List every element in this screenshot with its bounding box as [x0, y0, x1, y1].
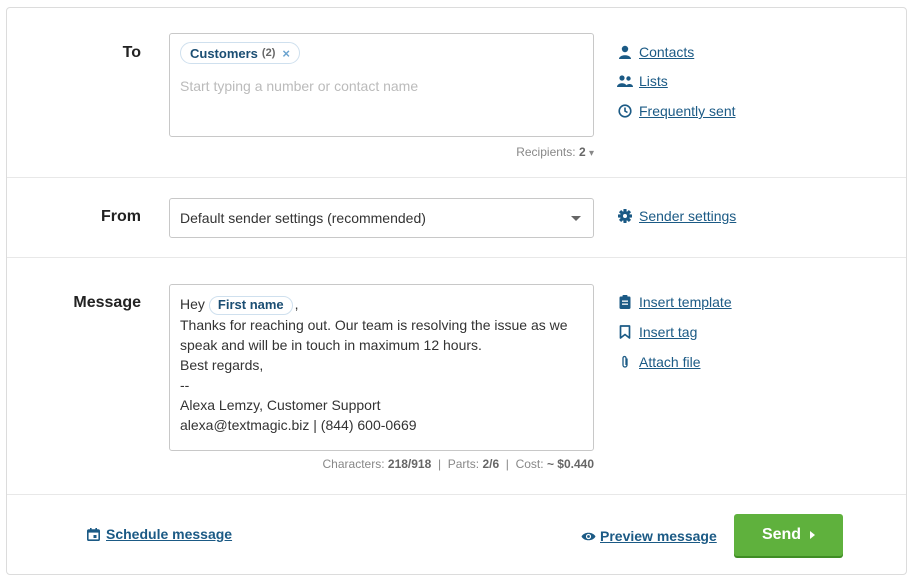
- cost-label: Cost:: [515, 457, 544, 471]
- frequently-sent-link[interactable]: Frequently sent: [617, 103, 736, 119]
- lists-link-label[interactable]: Lists: [639, 73, 668, 89]
- stats-separator: |: [505, 457, 509, 471]
- compose-card: To Customers (2) × Start typing a number…: [6, 7, 907, 575]
- divider: [7, 257, 906, 258]
- sender-select[interactable]: Default sender settings (recommended): [169, 198, 594, 238]
- message-line: --: [180, 376, 190, 393]
- gear-icon: [617, 208, 633, 224]
- sender-select-value: Default sender settings (recommended): [180, 210, 426, 226]
- people-icon: [617, 73, 633, 89]
- sender-settings-link-label[interactable]: Sender settings: [639, 208, 736, 224]
- parts-label: Parts:: [447, 457, 480, 471]
- sender-settings-link[interactable]: Sender settings: [617, 208, 736, 224]
- chip-remove-icon[interactable]: ×: [282, 46, 290, 61]
- frequently-sent-link-label[interactable]: Frequently sent: [639, 103, 736, 119]
- message-line: speak and will be in touch in maximum 12…: [180, 336, 482, 353]
- insert-tag-link[interactable]: Insert tag: [617, 324, 697, 340]
- send-button[interactable]: Send: [734, 514, 843, 556]
- calendar-icon: [85, 526, 101, 542]
- first-name-tag[interactable]: First name: [208, 295, 293, 315]
- eye-icon: [580, 528, 596, 544]
- attach-file-link-label[interactable]: Attach file: [639, 354, 700, 370]
- to-label: To: [122, 44, 141, 61]
- divider: [7, 494, 906, 495]
- cost-value: ~ $0.440: [546, 457, 594, 471]
- lists-link[interactable]: Lists: [617, 73, 668, 89]
- chip-label: Customers: [190, 45, 258, 61]
- message-label: Message: [73, 294, 141, 311]
- message-body: Hey First name, Thanks for reaching out. …: [180, 294, 568, 435]
- schedule-message-label[interactable]: Schedule message: [106, 526, 232, 542]
- recipients-label: Recipients:: [516, 145, 576, 159]
- person-icon: [617, 44, 633, 60]
- message-stats: Characters: 218/918 | Parts: 2/6 | Cost:…: [207, 457, 594, 471]
- from-label: From: [101, 208, 141, 225]
- message-line: alexa@textmagic.biz | (844) 600-0669: [180, 416, 417, 433]
- characters-label: Characters:: [322, 457, 385, 471]
- message-greeting: Hey: [180, 296, 205, 312]
- paperclip-icon: [617, 354, 633, 370]
- chip-count: (2): [261, 47, 276, 59]
- schedule-message-link[interactable]: Schedule message: [85, 526, 232, 542]
- message-line: Alexa Lemzy, Customer Support: [180, 396, 381, 413]
- message-after-tag: ,: [294, 296, 299, 312]
- message-line: Thanks for reaching out. Our team is res…: [180, 316, 568, 333]
- insert-template-link-label[interactable]: Insert template: [639, 294, 732, 310]
- send-button-label: Send: [761, 526, 802, 543]
- recipients-value: 2: [578, 145, 586, 159]
- divider: [7, 177, 906, 178]
- characters-value: 218/918: [387, 457, 432, 471]
- insert-tag-link-label[interactable]: Insert tag: [639, 324, 697, 340]
- contacts-link[interactable]: Contacts: [617, 44, 694, 60]
- preview-message-label[interactable]: Preview message: [600, 528, 717, 544]
- message-textarea[interactable]: Hey First name, Thanks for reaching out. …: [169, 284, 594, 451]
- attach-file-link[interactable]: Attach file: [617, 354, 700, 370]
- contacts-link-label[interactable]: Contacts: [639, 44, 694, 60]
- message-line: Best regards,: [180, 356, 264, 373]
- parts-value: 2/6: [482, 457, 500, 471]
- caret-right-icon: [810, 531, 816, 539]
- insert-template-link[interactable]: Insert template: [617, 294, 732, 310]
- bookmark-icon: [617, 324, 633, 340]
- clipboard-icon: [617, 294, 633, 310]
- to-placeholder: Start typing a number or contact name: [180, 78, 419, 94]
- preview-message-link[interactable]: Preview message: [580, 528, 717, 544]
- chevron-down-icon: ▾: [588, 148, 594, 159]
- stats-separator: |: [437, 457, 442, 471]
- to-recipients-input[interactable]: Customers (2) × Start typing a number or…: [169, 33, 594, 137]
- recipients-count[interactable]: Recipients: 2 ▾: [407, 145, 594, 159]
- recipient-chip-customers[interactable]: Customers (2) ×: [180, 42, 300, 64]
- dropdown-caret-icon: [571, 216, 581, 221]
- clock-icon: [617, 103, 633, 119]
